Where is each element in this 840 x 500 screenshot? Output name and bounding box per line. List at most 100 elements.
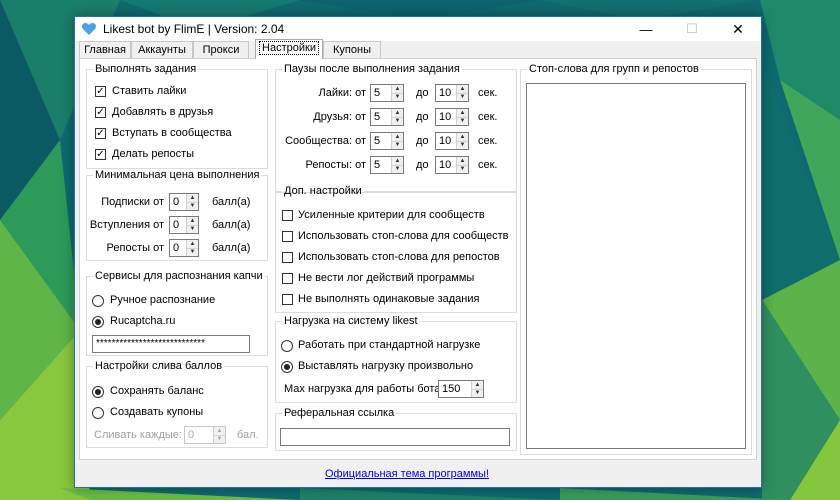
tab-proxy[interactable]: Прокси <box>193 41 249 58</box>
spinner-down-icon[interactable]: ▼ <box>187 202 198 210</box>
pause-reposts-from-spinner[interactable]: 5 ▲ ▼ <box>370 156 404 174</box>
radio-captcha-rucaptcha-label: Rucaptcha.ru <box>110 315 176 327</box>
radio-load-custom-label: Выставлять нагрузку произвольно <box>298 360 474 372</box>
radio-load-standard-label: Работать при стандартной нагрузке <box>298 339 481 351</box>
checkbox-stopwords-groups-label: Использовать стоп-слова для сообществ <box>298 230 509 242</box>
checkbox-stopwords-reposts[interactable] <box>282 252 293 263</box>
stopwords-group-title: Стоп-слова для групп и репостов <box>529 63 699 75</box>
spinner-down-icon[interactable]: ▼ <box>457 165 468 173</box>
radio-dot <box>95 319 101 325</box>
spinner-value: 0 <box>173 219 180 231</box>
pause-friends-to-spinner[interactable]: 10 ▲ ▼ <box>435 108 469 126</box>
min-price-subs-spinner[interactable]: 0 ▲ ▼ <box>169 193 199 211</box>
captcha-key-input[interactable]: **************************** <box>92 335 250 353</box>
check-icon: ✓ <box>96 149 105 160</box>
spinner-value: 10 <box>439 111 452 123</box>
checkbox-likes[interactable]: ✓ <box>95 86 106 97</box>
stopwords-textarea[interactable] <box>526 83 746 449</box>
spinner-arrows: ▲ ▼ <box>391 109 403 125</box>
radio-captcha-manual[interactable] <box>92 295 104 307</box>
spinner-value: 10 <box>439 87 452 99</box>
check-icon: ✓ <box>96 86 105 97</box>
spinner-value: 10 <box>439 159 452 171</box>
check-icon: ✓ <box>96 128 105 139</box>
window-title: Likest bot by FlimE | Version: 2.04 <box>103 22 285 36</box>
radio-dot <box>95 389 101 395</box>
maximize-button[interactable]: ☐ <box>669 17 715 41</box>
spinner-value: 5 <box>374 159 381 171</box>
tab-label: Главная <box>84 44 126 56</box>
max-load-spinner[interactable]: 150 ▲ ▼ <box>438 380 484 398</box>
tasks-group-title: Выполнять задания <box>95 63 197 75</box>
spinner-arrows: ▲ ▼ <box>391 85 403 101</box>
spinner-down-icon[interactable]: ▼ <box>187 225 198 233</box>
check-icon: ✓ <box>96 107 105 118</box>
spinner-down-icon[interactable]: ▼ <box>187 248 198 256</box>
spinner-down-icon[interactable]: ▼ <box>392 93 403 101</box>
min-price-reposts-label: Репосты от <box>106 242 164 254</box>
pause-likes-to-label: до <box>416 87 429 99</box>
spinner-value: 0 <box>188 429 195 441</box>
min-price-reposts-spinner[interactable]: 0 ▲ ▼ <box>169 239 199 257</box>
spinner-down-icon[interactable]: ▼ <box>392 165 403 173</box>
radio-captcha-rucaptcha[interactable] <box>92 316 104 328</box>
spinner-down-icon[interactable]: ▼ <box>457 117 468 125</box>
spinner-arrows: ▲ ▼ <box>391 157 403 173</box>
minimize-button[interactable]: — <box>623 17 669 41</box>
spinner-down-icon[interactable]: ▼ <box>392 141 403 149</box>
min-price-joins-spinner[interactable]: 0 ▲ ▼ <box>169 216 199 234</box>
radio-keep-balance[interactable] <box>92 386 104 398</box>
max-load-label: Мах нагрузка для работы бота: <box>284 383 444 395</box>
pause-likes-to-spinner[interactable]: 10 ▲ ▼ <box>435 84 469 102</box>
tab-main[interactable]: Главная <box>79 41 131 58</box>
pause-groups-label: Сообщества: от <box>285 135 366 147</box>
checkbox-no-log[interactable] <box>282 273 293 284</box>
spinner-value: 0 <box>173 196 180 208</box>
checkbox-groups[interactable]: ✓ <box>95 128 106 139</box>
tab-label: Аккаунты <box>138 44 186 56</box>
referral-group-title: Реферальная ссылка <box>284 407 395 419</box>
checkbox-strict-groups[interactable] <box>282 210 293 221</box>
spinner-value: 10 <box>439 135 452 147</box>
drain-every-spinner[interactable]: 0 ▲ ▼ <box>184 426 226 444</box>
official-topic-link[interactable]: Официальная тема программы! <box>325 468 489 480</box>
checkbox-no-duplicates[interactable] <box>282 294 293 305</box>
pause-groups-from-spinner[interactable]: 5 ▲ ▼ <box>370 132 404 150</box>
checkbox-strict-groups-label: Усиленные критерии для сообществ <box>298 209 485 221</box>
pause-groups-to-spinner[interactable]: 10 ▲ ▼ <box>435 132 469 150</box>
min-price-reposts-unit: балл(а) <box>212 242 251 254</box>
checkbox-stopwords-groups[interactable] <box>282 231 293 242</box>
settings-panel: Выполнять задания ✓ Ставить лайки ✓ Доба… <box>79 58 757 460</box>
checkbox-friends[interactable]: ✓ <box>95 107 106 118</box>
spinner-down-icon[interactable]: ▼ <box>214 435 225 443</box>
referral-input[interactable] <box>280 428 510 446</box>
pause-likes-from-spinner[interactable]: 5 ▲ ▼ <box>370 84 404 102</box>
pause-groups-to-label: до <box>416 135 429 147</box>
tab-label: Настройки <box>259 41 319 55</box>
radio-load-standard[interactable] <box>281 340 293 352</box>
pause-friends-from-spinner[interactable]: 5 ▲ ▼ <box>370 108 404 126</box>
min-price-joins-unit: балл(а) <box>212 219 251 231</box>
radio-load-custom[interactable] <box>281 361 293 373</box>
spinner-down-icon[interactable]: ▼ <box>457 93 468 101</box>
tab-settings[interactable]: Настройки <box>255 39 323 59</box>
spinner-arrows: ▲ ▼ <box>186 217 198 233</box>
radio-create-coupons-label: Создавать купоны <box>110 406 204 418</box>
spinner-arrows: ▲ ▼ <box>186 240 198 256</box>
tab-accounts[interactable]: Аккаунты <box>131 41 193 58</box>
spinner-down-icon[interactable]: ▼ <box>392 117 403 125</box>
checkbox-reposts[interactable]: ✓ <box>95 149 106 160</box>
spinner-down-icon[interactable]: ▼ <box>457 141 468 149</box>
radio-create-coupons[interactable] <box>92 407 104 419</box>
tab-label: Прокси <box>202 44 240 56</box>
close-button[interactable]: ✕ <box>715 17 761 41</box>
load-group-title: Нагрузка на систему likest <box>284 315 418 327</box>
spinner-arrows: ▲ ▼ <box>213 427 225 443</box>
pause-reposts-to-spinner[interactable]: 10 ▲ ▼ <box>435 156 469 174</box>
tab-coupons[interactable]: Купоны <box>323 41 381 58</box>
app-window: Likest bot by FlimE | Version: 2.04 — ☐ … <box>74 16 762 488</box>
spinner-down-icon[interactable]: ▼ <box>472 389 483 397</box>
drain-every-label: Сливать каждые: <box>94 429 182 441</box>
pause-likes-unit: сек. <box>478 87 498 99</box>
pause-friends-to-label: до <box>416 111 429 123</box>
